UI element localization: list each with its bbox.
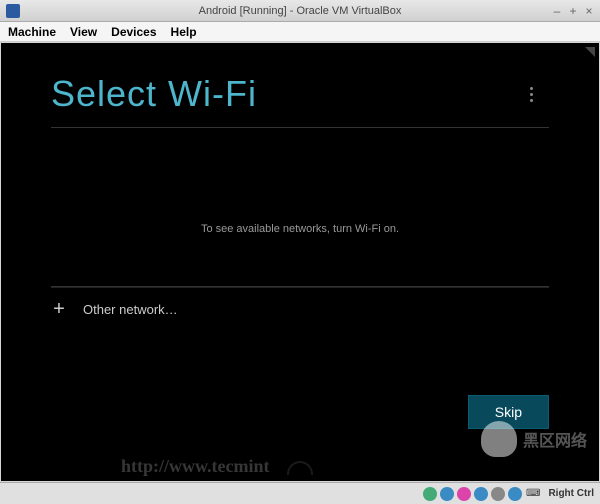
back-icon[interactable] xyxy=(287,461,313,475)
empty-state-message: To see available networks, turn Wi-Fi on… xyxy=(51,223,549,235)
window-controls: ‒ + × xyxy=(550,4,596,18)
maximize-button[interactable]: + xyxy=(566,4,580,18)
display-icon[interactable] xyxy=(508,487,522,501)
vm-statusbar: ⌨ Right Ctrl xyxy=(0,482,600,504)
mouse-capture-icon[interactable]: ⌨ xyxy=(526,488,540,499)
menubar: Machine View Devices Help xyxy=(0,22,600,42)
url-watermark: http://www.tecmint xyxy=(121,456,269,477)
disk-icon[interactable] xyxy=(423,487,437,501)
page-title: Select Wi-Fi xyxy=(51,73,257,115)
close-button[interactable]: × xyxy=(582,4,596,18)
android-nav-bar xyxy=(1,461,599,475)
usb-icon[interactable] xyxy=(474,487,488,501)
optical-icon[interactable] xyxy=(440,487,454,501)
vm-screen: Select Wi-Fi To see available networks, … xyxy=(1,43,599,481)
skip-button[interactable]: Skip xyxy=(468,395,549,429)
overflow-menu-icon[interactable] xyxy=(524,81,539,108)
menu-devices[interactable]: Devices xyxy=(111,25,156,39)
other-network-section: + Other network… xyxy=(51,274,549,331)
plus-icon: + xyxy=(51,298,67,321)
network-icon[interactable] xyxy=(457,487,471,501)
titlebar[interactable]: Android [Running] - Oracle VM VirtualBox… xyxy=(0,0,600,22)
app-icon xyxy=(6,4,20,18)
window-title: Android [Running] - Oracle VM VirtualBox xyxy=(199,5,402,17)
divider xyxy=(51,127,549,128)
menu-view[interactable]: View xyxy=(70,25,97,39)
minimize-button[interactable]: ‒ xyxy=(550,4,564,18)
vm-window: Android [Running] - Oracle VM VirtualBox… xyxy=(0,0,600,504)
shared-folder-icon[interactable] xyxy=(491,487,505,501)
menu-help[interactable]: Help xyxy=(171,25,197,39)
other-network-button[interactable]: + Other network… xyxy=(51,287,549,331)
android-setup-screen: Select Wi-Fi To see available networks, … xyxy=(1,43,599,451)
menu-machine[interactable]: Machine xyxy=(8,25,56,39)
other-network-label: Other network… xyxy=(83,302,178,317)
host-key-label: Right Ctrl xyxy=(548,488,594,499)
